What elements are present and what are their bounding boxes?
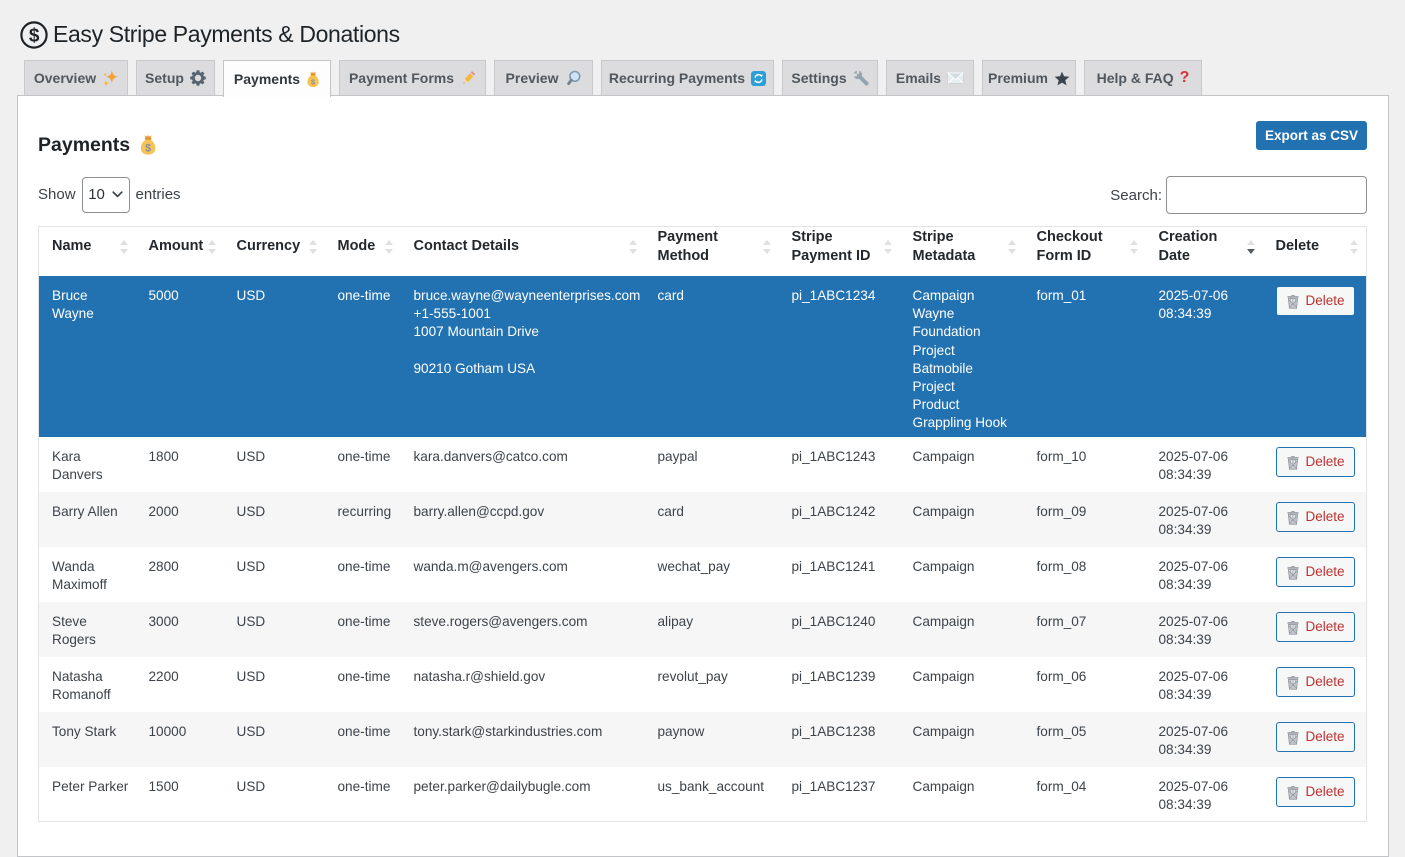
svg-text:$: $ — [311, 77, 316, 86]
svg-text:$: $ — [29, 26, 40, 47]
svg-text:$: $ — [145, 143, 151, 155]
